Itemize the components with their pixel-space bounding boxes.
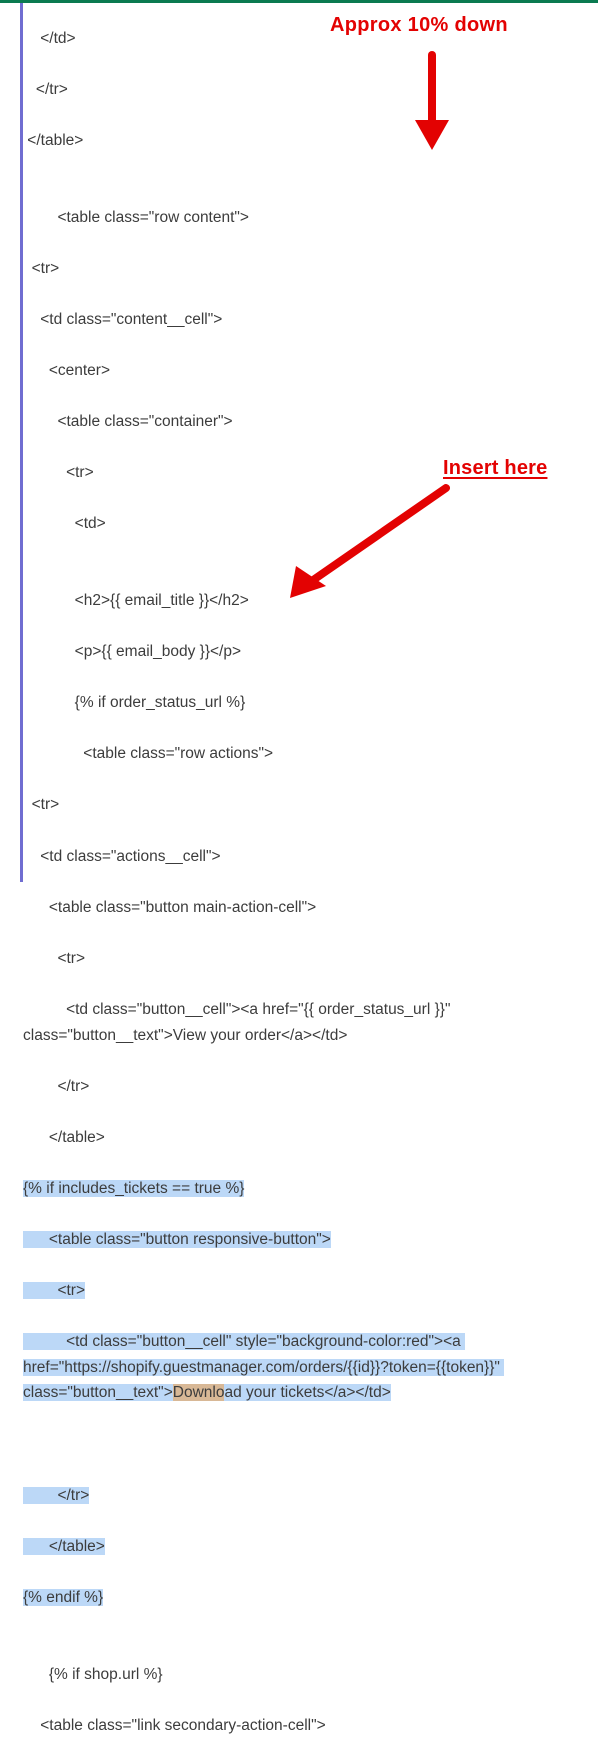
code-line-highlighted: <table class="button responsive-button"> xyxy=(23,1227,590,1253)
code-line: <td class="actions__cell"> xyxy=(23,844,590,870)
code-line: <center> xyxy=(23,358,590,384)
code-line: {% if order_status_url %} xyxy=(23,690,590,716)
code-line: <td class="button__cell"><a href="{{ ord… xyxy=(23,997,590,1048)
find-match: Downlo xyxy=(173,1384,225,1401)
code-line-highlighted: </table> xyxy=(23,1534,590,1560)
arrow-insert-icon xyxy=(276,480,466,610)
code-line xyxy=(23,1432,590,1458)
code-line-highlighted: <tr> xyxy=(23,1278,590,1304)
code-line: <td class="content__cell"> xyxy=(23,307,590,333)
code-line: <table class="button main-action-cell"> xyxy=(23,895,590,921)
arrow-down-icon xyxy=(407,50,457,160)
code-line: <tr> xyxy=(23,256,590,282)
code-line-highlighted: <td class="button__cell" style="backgrou… xyxy=(23,1329,590,1406)
code-line: <p>{{ email_body }}</p> xyxy=(23,639,590,665)
code-line: <table class="row actions"> xyxy=(23,741,590,767)
code-line: <table class="link secondary-action-cell… xyxy=(23,1713,590,1739)
code-line: {% if shop.url %} xyxy=(23,1662,590,1688)
code-line: <table class="row content"> xyxy=(23,205,590,231)
code-line: </table> xyxy=(23,1125,590,1151)
code-line: <tr> xyxy=(23,946,590,972)
code-line: </tr> xyxy=(23,1074,590,1100)
code-line: </table> xyxy=(23,128,590,154)
code-line: <tr> xyxy=(23,792,590,818)
code-line: </tr> xyxy=(23,77,590,103)
code-line-highlighted: </tr> xyxy=(23,1483,590,1509)
annotation-top-note: Approx 10% down xyxy=(330,14,508,37)
code-line: <table class="container"> xyxy=(23,409,590,435)
code-line-highlighted: {% endif %} xyxy=(23,1585,590,1611)
annotation-insert-note: Insert here xyxy=(443,457,547,480)
code-line-highlighted: {% if includes_tickets == true %} xyxy=(23,1176,590,1202)
